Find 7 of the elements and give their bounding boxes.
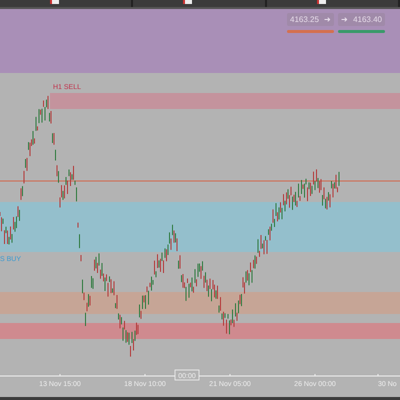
window-icon[interactable] — [316, 0, 326, 4]
sell-bar — [287, 30, 334, 33]
sell-price-button[interactable]: 4163.25 ➜ — [287, 13, 334, 26]
buy-price-button[interactable]: ➜ 4163.40 — [338, 13, 385, 26]
window-icon[interactable] — [183, 0, 192, 4]
buy-bar — [338, 30, 385, 33]
window-icon[interactable] — [50, 0, 59, 4]
